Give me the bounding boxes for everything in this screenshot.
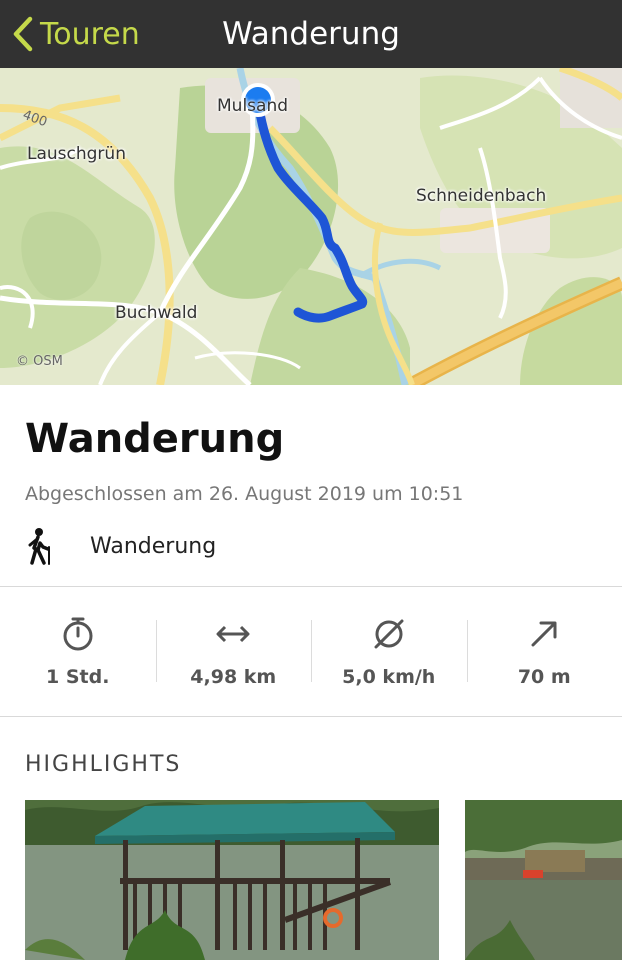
stat-duration-value: 1 Std. — [46, 666, 110, 688]
highlight-photo-1[interactable] — [25, 800, 439, 960]
uphill-arrow-icon — [529, 616, 559, 652]
stat-duration: 1 Std. — [0, 588, 156, 716]
sport-row: Wanderung — [25, 524, 216, 568]
stat-speed: 5,0 km/h — [311, 588, 467, 716]
stopwatch-icon — [61, 616, 95, 652]
divider-top — [0, 586, 622, 587]
stat-speed-value: 5,0 km/h — [342, 666, 436, 688]
place-schneidenbach: Schneidenbach — [416, 186, 547, 206]
place-buchwald: Buchwald — [115, 303, 198, 323]
stat-distance-value: 4,98 km — [190, 666, 277, 688]
stats-row: 1 Std. 4,98 km 5,0 km/h 70 m — [0, 588, 622, 716]
stat-elevation-value: 70 m — [517, 666, 571, 688]
tour-title: Wanderung — [25, 416, 285, 462]
highlight-photo-2[interactable] — [465, 800, 622, 960]
sport-label: Wanderung — [90, 533, 217, 559]
distance-arrows-icon — [215, 616, 251, 652]
place-lauschgruen: Lauschgrün — [27, 144, 126, 164]
route-map[interactable]: 400 Mulsand Lauschgrün Schneidenbach Buc… — [0, 68, 622, 385]
map-attribution[interactable]: © OSM — [16, 354, 63, 369]
top-bar: Touren Wanderung — [0, 0, 622, 68]
divider-bottom — [0, 716, 622, 717]
page-title: Wanderung — [222, 16, 400, 52]
stat-distance: 4,98 km — [155, 588, 312, 716]
average-speed-icon — [372, 616, 406, 652]
hiker-icon — [25, 526, 65, 566]
stat-elevation: 70 m — [466, 588, 622, 716]
completed-date: Abgeschlossen am 26. August 2019 um 10:5… — [25, 483, 464, 505]
place-start: Mulsand — [217, 96, 289, 116]
highlights-heading: HIGHLIGHTS — [25, 752, 182, 777]
